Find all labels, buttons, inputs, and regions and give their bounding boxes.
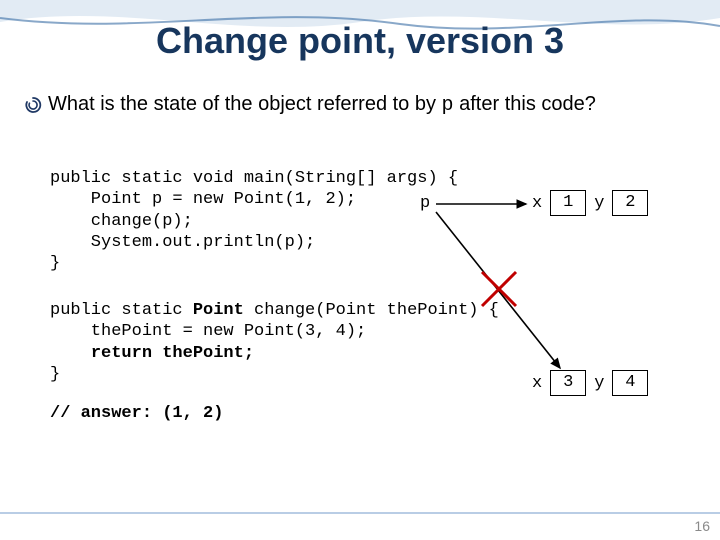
answer-comment: // answer: (1, 2) [50,404,223,423]
slide-title: Change point, version 3 [0,20,720,62]
x-value: 1 [550,190,586,216]
point-object-1: x 1 y 2 [530,190,648,216]
x-label: x [530,194,544,213]
code-block-change: public static Point change(Point thePoin… [50,300,499,385]
page-number: 16 [694,518,710,534]
x-value: 3 [550,370,586,396]
question-suffix: after this code? [454,93,596,115]
y-value: 4 [612,370,648,396]
point-object-2: x 3 y 4 [530,370,648,396]
x-label: x [530,374,544,393]
pointer-label-p: p [420,194,430,213]
question-code-p: p [442,94,454,117]
question-text: What is the state of the object referred… [48,92,596,118]
question-prefix: What is the state of the object referred… [48,93,442,115]
decorative-bottom-line [0,512,720,514]
y-label: y [592,374,606,393]
y-label: y [592,194,606,213]
code-block-main: public static void main(String[] args) {… [50,168,458,274]
bullet-swirl-icon [24,96,42,114]
y-value: 2 [612,190,648,216]
